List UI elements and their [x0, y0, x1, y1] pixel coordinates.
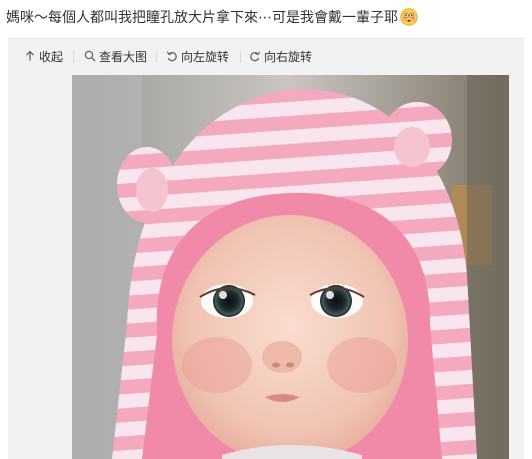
- post-photo[interactable]: [72, 75, 509, 459]
- rotate-left-label: 向左旋转: [181, 50, 230, 64]
- view-large-button[interactable]: 查看大图: [84, 49, 147, 65]
- rotate-right-icon: [250, 51, 261, 62]
- toolbar-divider: [156, 51, 157, 63]
- toolbar-divider: [73, 51, 74, 63]
- view-large-label: 查看大图: [99, 50, 148, 64]
- baby-photo-illustration: [72, 75, 509, 459]
- collapse-button[interactable]: 收起: [24, 49, 63, 65]
- flushed-face-emoji-icon: [400, 8, 418, 26]
- post-text: 媽咪～每個人都叫我把瞳孔放大片拿下來⋯可是我會戴一輩子耶: [6, 6, 418, 30]
- media-toolbar: 收起 查看大图 向左旋转 向右旋转: [8, 39, 524, 73]
- media-viewer: 收起 查看大图 向左旋转 向右旋转: [8, 38, 524, 459]
- rotate-left-icon: [166, 51, 177, 62]
- rotate-left-button[interactable]: 向左旋转: [166, 49, 229, 65]
- toolbar-divider: [240, 51, 241, 63]
- rotate-right-button[interactable]: 向右旋转: [249, 49, 312, 65]
- rotate-right-label: 向右旋转: [264, 50, 313, 64]
- collapse-label: 收起: [39, 50, 64, 64]
- magnifier-icon: [84, 50, 96, 62]
- post-text-content: 媽咪～每個人都叫我把瞳孔放大片拿下來⋯可是我會戴一輩子耶: [6, 10, 398, 26]
- arrow-up-icon: [26, 50, 34, 61]
